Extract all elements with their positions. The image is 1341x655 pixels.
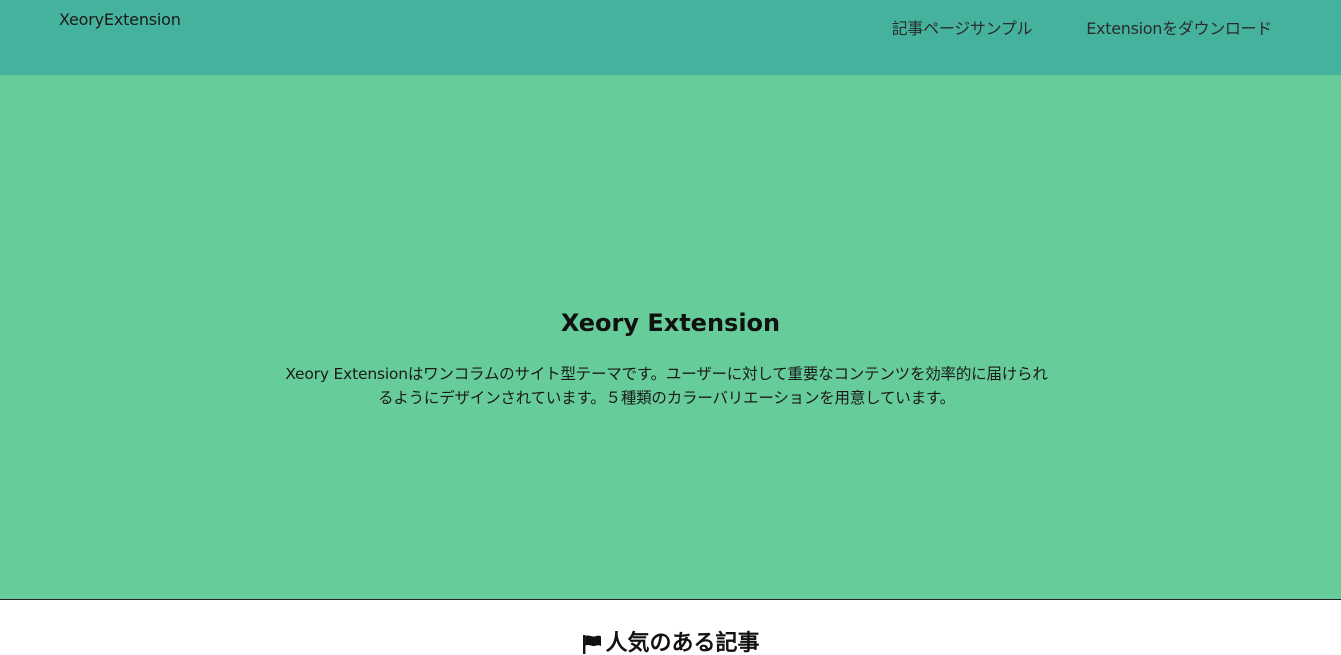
hero-description-line-2: るようにデザインされています。５種類のカラーバリエーションを用意しています。 — [378, 389, 955, 407]
hero-description: Xeory Extensionはワンコラムのサイト型テーマです。ユーザーに対して… — [265, 362, 1068, 410]
popular-articles-section: 人気のある記事 — [0, 600, 1341, 655]
nav-link-download-extension[interactable]: Extensionをダウンロード — [1086, 19, 1272, 39]
main-nav: 記事ページサンプル Extensionをダウンロード — [892, 19, 1273, 39]
popular-articles-heading: 人気のある記事 — [0, 630, 1341, 655]
popular-articles-title: 人気のある記事 — [605, 631, 760, 655]
nav-link-article-sample[interactable]: 記事ページサンプル — [892, 19, 1033, 39]
hero-section: Xeory Extension Xeory Extensionはワンコラムのサイ… — [0, 75, 1341, 599]
hero-description-line-1: Xeory Extensionはワンコラムのサイト型テーマです。ユーザーに対して… — [285, 365, 1048, 383]
site-header: XeoryExtension 記事ページサンプル Extensionをダウンロー… — [0, 0, 1341, 75]
page: XeoryExtension 記事ページサンプル Extensionをダウンロー… — [0, 0, 1341, 655]
site-logo-link[interactable]: XeoryExtension — [59, 10, 181, 30]
flag-icon — [583, 635, 602, 654]
hero-title: Xeory Extension — [560, 309, 781, 337]
